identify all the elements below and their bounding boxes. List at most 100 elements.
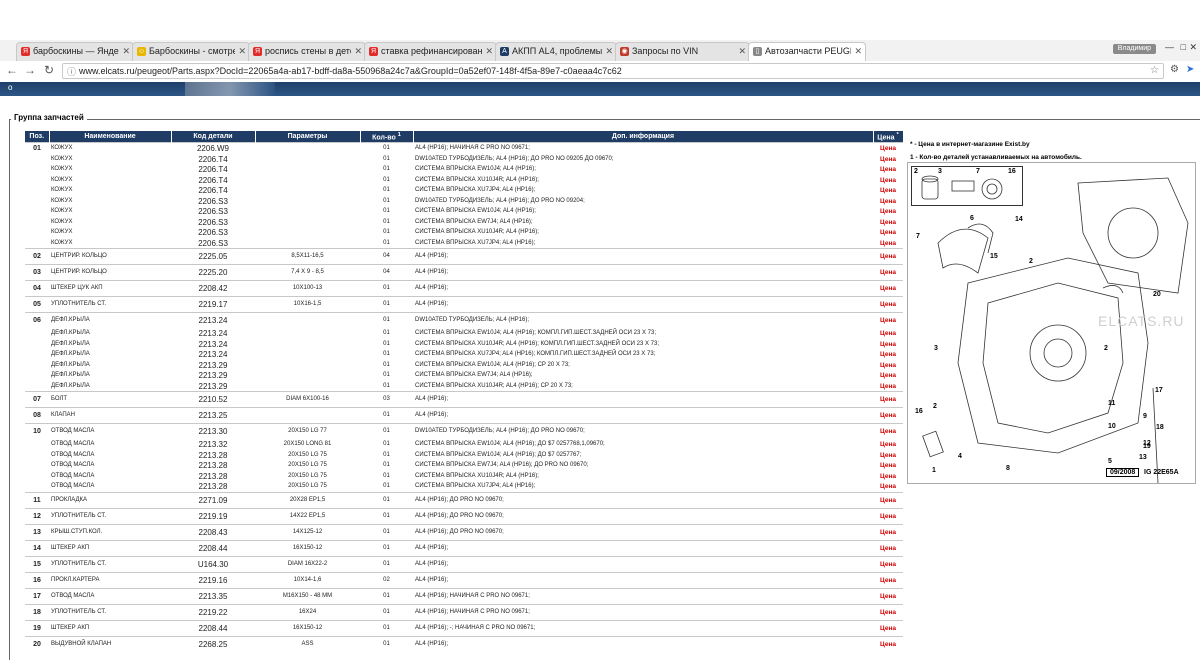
tab-close-icon[interactable]: ✕: [738, 43, 746, 60]
diagram-watermark: ELCATS.RU: [1098, 313, 1185, 329]
maximize-icon[interactable]: □: [1181, 42, 1186, 52]
price-link[interactable]: Цена: [873, 507, 903, 525]
diagram-callout[interactable]: 19: [1143, 443, 1151, 450]
price-link[interactable]: Цена: [873, 571, 903, 589]
price-link[interactable]: Цена: [873, 471, 903, 482]
cell-name: ШТЕКЕР АКП: [49, 619, 171, 637]
price-link[interactable]: Цена: [873, 296, 903, 313]
forward-icon[interactable]: →: [24, 63, 36, 77]
info-icon[interactable]: ⓘ: [67, 65, 76, 79]
menu-icon[interactable]: ➤: [1186, 64, 1194, 75]
tab-close-icon[interactable]: ✕: [605, 43, 613, 60]
diagram-callout[interactable]: 8: [1006, 465, 1010, 472]
price-link[interactable]: Цена: [873, 328, 903, 339]
reload-icon[interactable]: ↻: [44, 63, 54, 77]
price-link[interactable]: Цена: [873, 460, 903, 471]
cell-params: [255, 142, 360, 154]
price-link[interactable]: Цена: [873, 248, 903, 265]
price-link[interactable]: Цена: [873, 539, 903, 557]
tab-close-icon[interactable]: ✕: [854, 43, 862, 60]
cell-qty: 01: [383, 197, 390, 204]
diagram-callout[interactable]: 15: [990, 253, 998, 260]
price-link[interactable]: Цена: [873, 206, 903, 217]
user-profile-button[interactable]: Владимир: [1112, 44, 1156, 54]
tab-1[interactable]: Ябарбоскины — Яндекс ✕: [16, 42, 134, 61]
table-row: 14 ШТЕКЕР АКП 2208.44 16X150-12 01 AL4 (HP16)…: [25, 539, 903, 557]
diagram-callout[interactable]: 2: [1029, 258, 1033, 265]
price-link[interactable]: Цена: [873, 491, 903, 509]
price-link[interactable]: Цена: [873, 196, 903, 207]
price-link[interactable]: Цена: [873, 381, 903, 392]
diagram-callout[interactable]: 5: [1108, 458, 1112, 465]
price-link[interactable]: Цена: [873, 370, 903, 381]
diagram-callout[interactable]: 14: [1015, 216, 1023, 223]
price-link[interactable]: Цена: [873, 154, 903, 165]
diagram-callout[interactable]: 18: [1156, 424, 1164, 431]
price-link[interactable]: Цена: [873, 164, 903, 175]
diagram-callout[interactable]: 6: [970, 215, 974, 222]
diagram-callout[interactable]: 2: [1104, 345, 1108, 352]
bookmark-star-icon[interactable]: ☆: [1150, 64, 1159, 78]
price-link[interactable]: Цена: [873, 407, 903, 424]
diagram-callout[interactable]: 1: [932, 467, 936, 474]
extension-icon[interactable]: ⚙: [1170, 64, 1179, 75]
price-link[interactable]: Цена: [873, 349, 903, 360]
cell-code: 2213.28: [198, 482, 228, 492]
price-link[interactable]: Цена: [873, 175, 903, 186]
back-icon[interactable]: ←: [6, 63, 18, 77]
price-link[interactable]: Цена: [873, 360, 903, 371]
tab-close-icon[interactable]: ✕: [122, 43, 130, 60]
price-link[interactable]: Цена: [873, 603, 903, 621]
price-link[interactable]: Цена: [873, 217, 903, 228]
table-row: ОТВОД МАСЛА 2213.28 20X150 LG 75 01 СИСТЕМА …: [25, 471, 903, 482]
cell-params: [255, 217, 360, 228]
cell-params: [255, 227, 360, 238]
price-link[interactable]: Цена: [873, 185, 903, 196]
tab-close-icon[interactable]: ✕: [354, 43, 362, 60]
price-link[interactable]: Цена: [873, 312, 903, 329]
header-qty-label: Кол-во: [372, 134, 396, 142]
diagram-callout[interactable]: 17: [1155, 387, 1163, 394]
price-link[interactable]: Цена: [873, 439, 903, 450]
price-link[interactable]: Цена: [873, 635, 903, 652]
price-link[interactable]: Цена: [873, 423, 903, 440]
price-link[interactable]: Цена: [873, 587, 903, 605]
diagram-callout[interactable]: 16: [915, 408, 923, 415]
minimize-icon[interactable]: —: [1165, 42, 1174, 52]
tab-6[interactable]: ◉ Запросы по VIN ✕: [615, 42, 750, 61]
price-link[interactable]: Цена: [873, 264, 903, 281]
price-link[interactable]: Цена: [873, 450, 903, 461]
diagram-callout[interactable]: 2: [933, 403, 937, 410]
diagram-callout[interactable]: 20: [1153, 291, 1161, 298]
price-link[interactable]: Цена: [873, 238, 903, 249]
tab-7[interactable]: ▯Автозапчасти PEUGEOT✕: [748, 42, 866, 61]
cell-qty: 01: [383, 176, 390, 183]
price-link[interactable]: Цена: [873, 227, 903, 238]
exploded-diagram[interactable]: 2 3 7 16 ELCATS.RU 6 7 14 15 2 20 3 2 2 16 9 17 11 18 10 1…: [907, 162, 1196, 484]
tab-label: Барбоскины - смотреть: [149, 46, 235, 56]
price-link[interactable]: Цена: [873, 619, 903, 637]
tab-close-icon[interactable]: ✕: [485, 43, 493, 60]
price-link[interactable]: Цена: [873, 555, 903, 573]
price-link[interactable]: Цена: [873, 391, 903, 408]
tab-3[interactable]: Яроспись стены в детско✕: [248, 42, 366, 61]
diagram-callout[interactable]: 3: [934, 345, 938, 352]
tab-4[interactable]: Яставка рефинансирован ✕: [364, 42, 497, 61]
price-link[interactable]: Цена: [873, 481, 903, 492]
diagram-callout[interactable]: 7: [916, 233, 920, 240]
diagram-callout[interactable]: 4: [958, 453, 962, 460]
url-input[interactable]: ⓘ www.elcats.ru/peugeot/Parts.aspx?DocId…: [62, 63, 1164, 79]
price-link[interactable]: Цена: [873, 339, 903, 350]
diagram-callout[interactable]: 10: [1108, 423, 1116, 430]
tab-5[interactable]: A АКПП AL4, проблемы - ✕: [495, 42, 617, 61]
tab-2[interactable]: ☺Барбоскины - смотреть✕: [132, 42, 250, 61]
diagram-callout[interactable]: 9: [1143, 413, 1147, 420]
close-window-icon[interactable]: ✕: [1189, 42, 1197, 53]
diagram-callout[interactable]: 11: [1108, 400, 1115, 407]
price-link[interactable]: Цена: [873, 523, 903, 541]
price-link[interactable]: Цена: [873, 142, 903, 154]
diagram-callout[interactable]: 13: [1139, 454, 1147, 461]
cell-code: 2206.S3: [198, 207, 228, 217]
tab-close-icon[interactable]: ✕: [238, 43, 246, 60]
price-link[interactable]: Цена: [873, 280, 903, 297]
